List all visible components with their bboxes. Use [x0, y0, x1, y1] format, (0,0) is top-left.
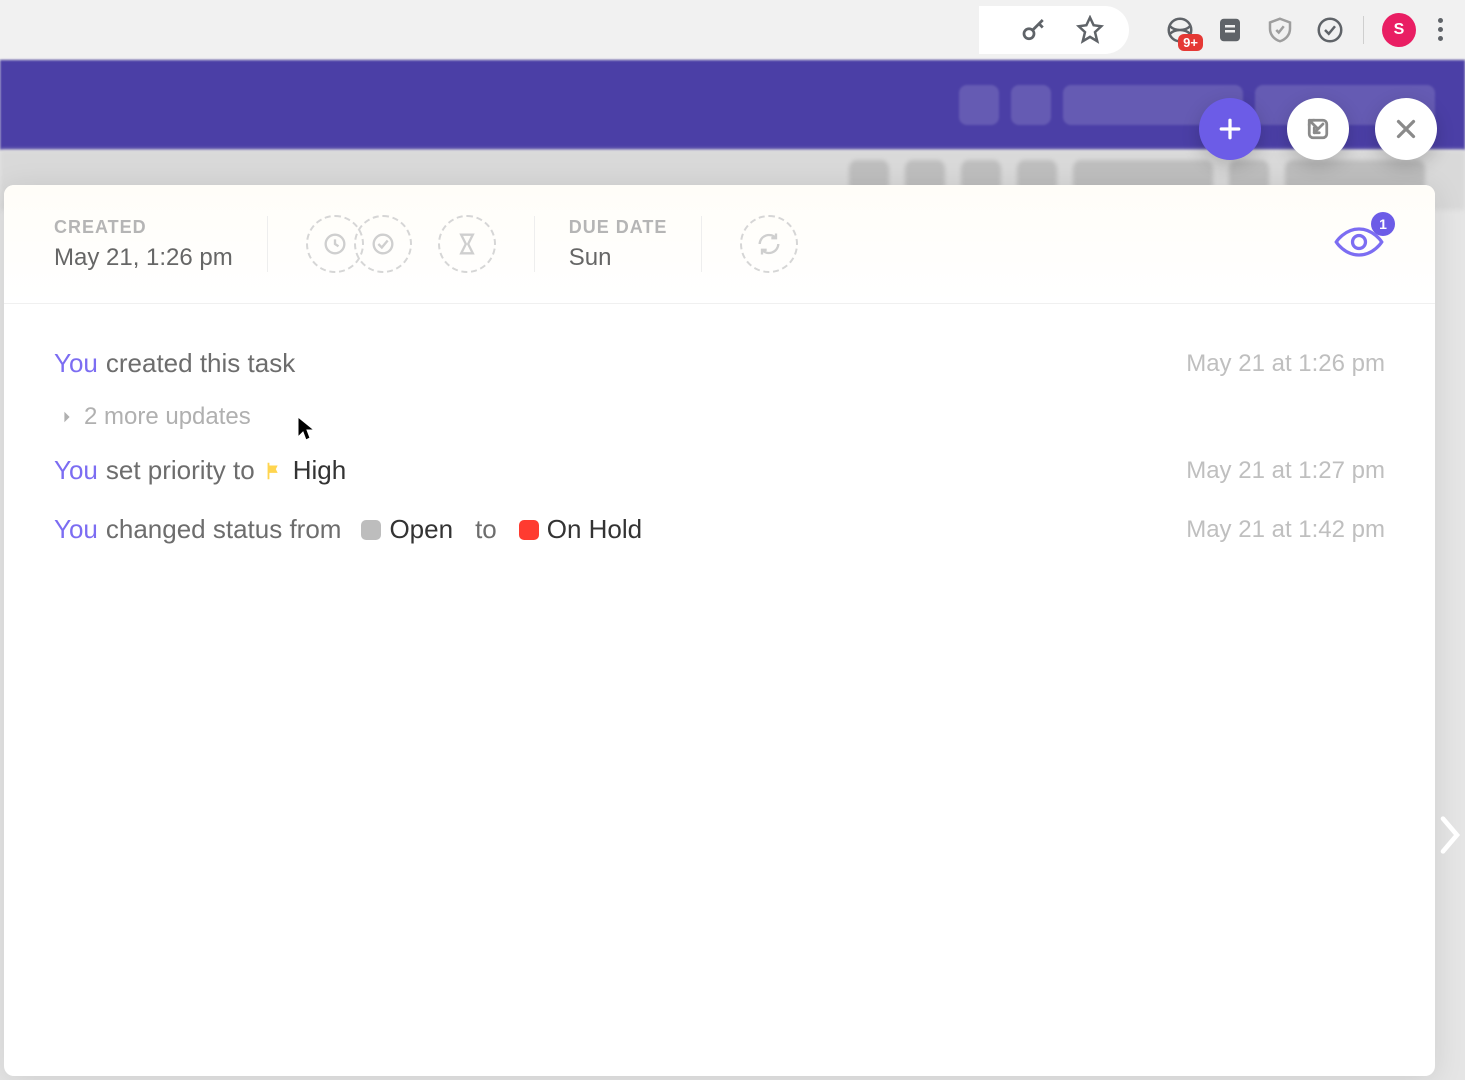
- extension-notification-icon[interactable]: 9+: [1165, 15, 1195, 45]
- more-updates-toggle[interactable]: 2 more updates: [54, 393, 1385, 441]
- activity-text: changed status from: [106, 514, 342, 545]
- created-value: May 21, 1:26 pm: [54, 244, 233, 272]
- created-label: CREATED: [54, 217, 233, 238]
- status-color-on-hold: [519, 520, 539, 540]
- activity-feed: You created this task May 21 at 1:26 pm …: [4, 304, 1435, 589]
- separator: [267, 216, 268, 272]
- cursor-icon: [296, 415, 316, 443]
- omnibox-tail: [979, 6, 1129, 54]
- close-button[interactable]: [1375, 98, 1437, 160]
- note-icon[interactable]: [1215, 15, 1245, 45]
- flag-icon: [263, 460, 285, 482]
- complete-time-icon[interactable]: [354, 215, 412, 273]
- watchers-count: 1: [1371, 212, 1395, 236]
- status-color-open: [361, 520, 381, 540]
- activity-text: created this task: [106, 348, 295, 379]
- time-estimate-icon[interactable]: [438, 215, 496, 273]
- next-task-arrow[interactable]: [1435, 790, 1465, 880]
- add-button[interactable]: [1199, 98, 1261, 160]
- due-date-block[interactable]: DUE DATE Sun: [569, 217, 668, 272]
- activity-text: set priority to: [106, 455, 255, 486]
- status-from: Open: [389, 514, 453, 545]
- avatar-letter: S: [1394, 21, 1405, 39]
- task-fab-row: [1199, 98, 1437, 160]
- activity-row-priority: You set priority to High May 21 at 1:27 …: [54, 441, 1385, 500]
- activity-timestamp: May 21 at 1:27 pm: [1186, 457, 1385, 485]
- separator: [701, 216, 702, 272]
- key-icon[interactable]: [1019, 15, 1049, 45]
- kebab-menu-icon[interactable]: [1434, 14, 1447, 45]
- due-date-value: Sun: [569, 244, 668, 272]
- star-icon[interactable]: [1075, 15, 1105, 45]
- activity-actor: You: [54, 455, 98, 486]
- separator: [534, 216, 535, 272]
- priority-value: High: [293, 455, 346, 486]
- more-updates-label: 2 more updates: [84, 403, 251, 431]
- extension-badge: 9+: [1178, 34, 1203, 51]
- browser-chrome-bar: 9+ S: [0, 0, 1465, 60]
- profile-avatar[interactable]: S: [1382, 13, 1416, 47]
- activity-actor: You: [54, 348, 98, 379]
- activity-actor: You: [54, 514, 98, 545]
- task-meta-header: CREATED May 21, 1:26 pm DUE DATE Sun 1: [4, 185, 1435, 304]
- activity-text-to: to: [475, 514, 497, 545]
- status-to: On Hold: [547, 514, 642, 545]
- watchers-button[interactable]: 1: [1333, 222, 1385, 267]
- recurrence-icon[interactable]: [740, 215, 798, 273]
- check-circle-icon[interactable]: [1315, 15, 1345, 45]
- due-date-label: DUE DATE: [569, 217, 668, 238]
- activity-timestamp: May 21 at 1:42 pm: [1186, 516, 1385, 544]
- activity-timestamp: May 21 at 1:26 pm: [1186, 350, 1385, 378]
- task-activity-panel: CREATED May 21, 1:26 pm DUE DATE Sun 1: [4, 185, 1435, 1076]
- activity-row-created: You created this task May 21 at 1:26 pm: [54, 334, 1385, 393]
- created-block: CREATED May 21, 1:26 pm: [54, 217, 233, 272]
- separator: [1363, 16, 1364, 44]
- minimize-button[interactable]: [1287, 98, 1349, 160]
- chevron-right-icon: [60, 410, 74, 424]
- activity-row-status: You changed status from Open to On Hold …: [54, 500, 1385, 559]
- shield-icon[interactable]: [1265, 15, 1295, 45]
